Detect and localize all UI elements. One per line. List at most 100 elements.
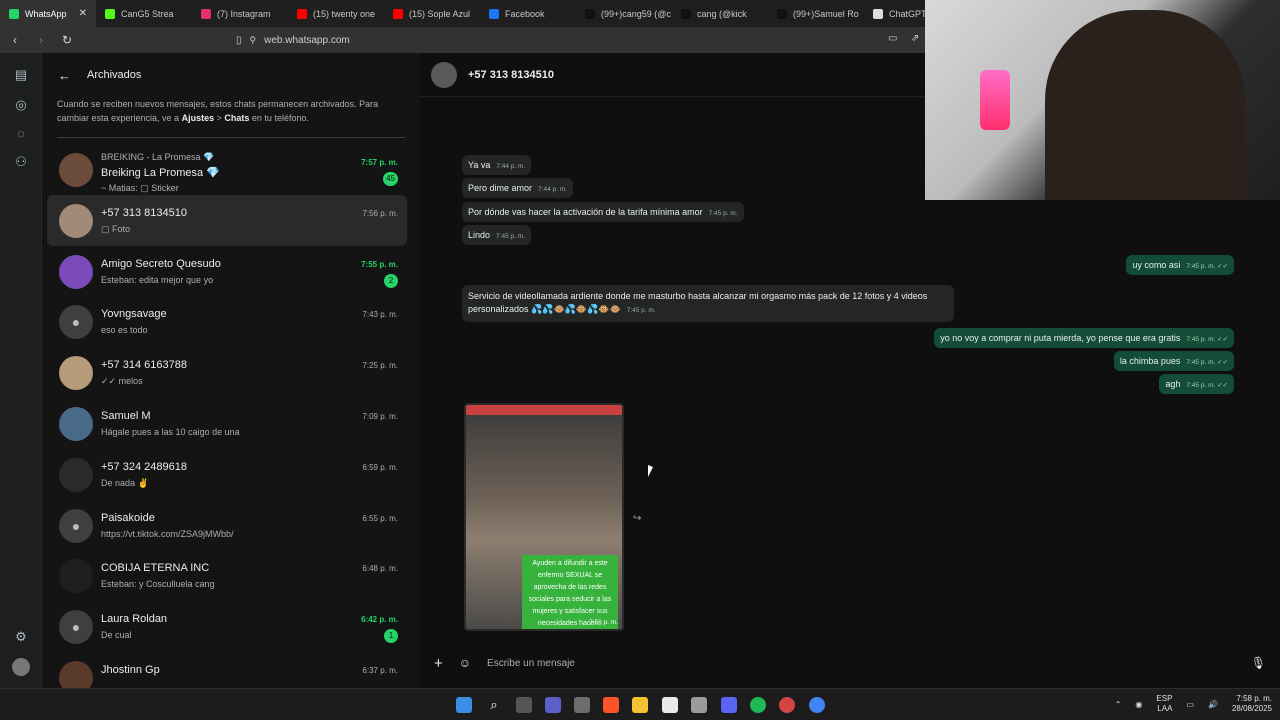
chat-name: +57 314 6163788 xyxy=(101,359,187,372)
app-icon[interactable] xyxy=(574,697,590,713)
status-icon[interactable]: ◎ xyxy=(12,97,30,115)
chat-list-item[interactable]: ● Paisakoide https://vt.tiktok.com/ZSA9jMW… xyxy=(47,500,407,551)
tab-favicon-icon xyxy=(297,8,307,19)
browser-tab[interactable]: (7) Instagram xyxy=(192,0,288,27)
address-bar[interactable]: ▯ ⚲ web.whatsapp.com xyxy=(236,35,350,46)
message-text: agh xyxy=(1165,379,1181,389)
chat-list-item[interactable]: +57 314 6163788 ✓✓ melos 7:25 p. m. xyxy=(47,347,407,398)
clock[interactable]: 7:58 p. m. 28/08/2025 xyxy=(1232,694,1272,714)
screen-cast-icon[interactable]: ▭ xyxy=(888,33,897,44)
message-input[interactable]: Escribe un mensaje xyxy=(487,658,1235,669)
channels-icon[interactable]: ◌ xyxy=(12,126,30,144)
chat-last-message: Esteban: y Cosculluela cang xyxy=(101,579,215,590)
profile-avatar[interactable] xyxy=(12,658,30,676)
spotify-icon[interactable] xyxy=(750,697,766,713)
network-icon[interactable]: ▭ xyxy=(1186,700,1194,709)
browser-tab[interactable]: WhatsApp ✕ xyxy=(0,0,96,27)
communities-icon[interactable]: ⚇ xyxy=(12,154,30,172)
chat-time: 6:59 p. m. xyxy=(362,462,398,472)
chat-last-message: De cual xyxy=(101,630,132,641)
message-text: Ya va xyxy=(468,160,491,170)
volume-icon[interactable]: 🔊 xyxy=(1208,700,1218,709)
outgoing-message[interactable]: uy como asi 7:45 p. m. ✓✓ xyxy=(1126,255,1234,275)
language-indicator[interactable]: ESP LAA xyxy=(1156,694,1172,714)
chat-time: 7:56 p. m. xyxy=(362,208,398,218)
site-info-icon[interactable]: ⚲ xyxy=(250,35,257,46)
microphone-icon[interactable]: 🎙 xyxy=(1251,656,1266,670)
person-icon: ● xyxy=(71,517,81,534)
browser-tab[interactable]: (99+)cang59 (@c xyxy=(576,0,672,27)
chat-list-item[interactable]: +57 313 8134510 ▢ Foto 7:56 p. m. xyxy=(47,194,407,246)
task-view-icon[interactable] xyxy=(516,697,532,713)
obs-icon[interactable] xyxy=(779,697,795,713)
chat-list-item[interactable]: +57 324 2489618 De nada ✌ 6:59 p. m. xyxy=(47,449,407,500)
chat-name: +57 313 8134510 xyxy=(101,206,187,219)
back-arrow-icon[interactable]: ← xyxy=(58,68,71,83)
webcam-overlay xyxy=(925,0,1280,200)
browser-tab[interactable]: (99+)Samuel Ro xyxy=(768,0,864,27)
store-icon[interactable] xyxy=(662,697,678,713)
chats-icon[interactable]: ▤ xyxy=(12,67,30,85)
file-explorer-icon[interactable] xyxy=(632,697,648,713)
chat-last-message: ~ Matias: ▢ Sticker xyxy=(101,183,179,193)
tab-label: (99+)Samuel Ro xyxy=(793,8,859,19)
chat-list-item[interactable]: COBIJA ETERNA INC Esteban: y Cosculluela … xyxy=(47,550,407,601)
back-icon[interactable]: ‹ xyxy=(8,33,22,47)
chat-last-message: https://vt.tiktok.com/ZSA9jMWbb/ xyxy=(101,528,234,539)
chat-list-item[interactable]: Jhostinn Gp 6:37 p. m. xyxy=(47,652,407,688)
outgoing-message[interactable]: la chimba pues 7:45 p. m. ✓✓ xyxy=(1113,351,1234,371)
settings-icon[interactable]: ⚙ xyxy=(12,629,30,647)
chat-time: 7:57 p. m. xyxy=(361,158,398,167)
sticker-icon[interactable]: ☺ xyxy=(459,656,471,670)
tray-app-icon[interactable]: ◉ xyxy=(1135,700,1142,709)
chat-list-item[interactable]: ● Laura Roldan De cual 6:42 p. m. 1 xyxy=(47,601,407,652)
chat-list-item[interactable]: Amigo Secreto Quesudo Esteban: edita mejo… xyxy=(47,246,407,297)
tray-chevron-icon[interactable]: ⌃ xyxy=(1115,700,1122,709)
contact-name: +57 313 8134510 xyxy=(468,68,554,81)
incoming-message[interactable]: Lindo 7:45 p. m. xyxy=(462,225,531,245)
chat-last-message: ▢ Foto xyxy=(101,223,131,234)
outgoing-message[interactable]: yo no voy a comprar ni puta mierda, yo p… xyxy=(934,328,1234,348)
browser-tab[interactable]: Facebook xyxy=(480,0,576,27)
reload-icon[interactable]: ↻ xyxy=(60,33,74,47)
chat-name: Paisakoide xyxy=(101,511,155,524)
incoming-message[interactable]: Ya va 7:44 p. m. xyxy=(462,155,532,175)
bookmark-icon[interactable]: ▯ xyxy=(236,35,242,46)
chat-list-item[interactable]: BREIKING - La Promesa 💎 Breiking La Prom… xyxy=(47,144,407,195)
tab-favicon-icon xyxy=(777,8,787,19)
message-text: Lindo xyxy=(468,230,491,240)
browser-tab[interactable]: (15) Sople Azul xyxy=(384,0,480,27)
attach-icon[interactable]: + xyxy=(434,655,443,672)
outgoing-message[interactable]: agh 7:45 p. m. ✓✓ xyxy=(1159,374,1234,394)
forward-icon[interactable]: › xyxy=(34,33,48,47)
photo-message[interactable]: Ayuden a difundir a este enfermo SEXUAL … xyxy=(464,403,624,631)
message-time: 7:45 p. m. ✓✓ xyxy=(1186,382,1228,389)
tab-favicon-icon xyxy=(681,8,691,19)
chat-name: Jhostinn Gp xyxy=(101,663,160,676)
vpn-icon[interactable] xyxy=(691,697,707,713)
chat-time: 7:09 p. m. xyxy=(362,411,398,421)
incoming-message[interactable]: Servicio de videollamada ardiente donde … xyxy=(462,285,954,322)
close-tab-icon[interactable]: ✕ xyxy=(79,8,87,19)
brave-icon[interactable] xyxy=(603,697,619,713)
chat-list-item[interactable]: ● Yovngsavage eso es todo 7:43 p. m. xyxy=(47,296,407,347)
chat-list-item[interactable]: Samuel M Hágale pues a las 10 caigo de un… xyxy=(47,398,407,449)
system-tray: ⌃ ◉ ESP LAA ▭ 🔊 7:58 p. m. 28/08/2025 xyxy=(1115,694,1272,714)
contact-avatar[interactable] xyxy=(431,61,457,88)
share-icon[interactable]: ⇗ xyxy=(911,33,919,44)
teams-icon[interactable] xyxy=(545,697,561,713)
incoming-message[interactable]: Pero dime amor 7:44 p. m. xyxy=(462,178,573,198)
incoming-message[interactable]: Por dónde vas hacer la activación de la … xyxy=(462,202,744,222)
browser-tab[interactable]: CanG5 Strea xyxy=(96,0,192,27)
start-icon[interactable] xyxy=(456,697,472,713)
person-silhouette xyxy=(1045,10,1245,200)
chrome-icon[interactable] xyxy=(809,697,825,713)
forward-icon[interactable]: ↪ xyxy=(633,513,641,524)
divider xyxy=(57,137,405,138)
browser-tab[interactable]: cang (@kick xyxy=(672,0,768,27)
person-icon: ● xyxy=(71,314,81,331)
chat-time: 6:48 p. m. xyxy=(362,564,398,574)
browser-tab[interactable]: (15) twenty one xyxy=(288,0,384,27)
search-icon[interactable]: ⌕ xyxy=(486,697,502,713)
discord-icon[interactable] xyxy=(721,697,737,713)
